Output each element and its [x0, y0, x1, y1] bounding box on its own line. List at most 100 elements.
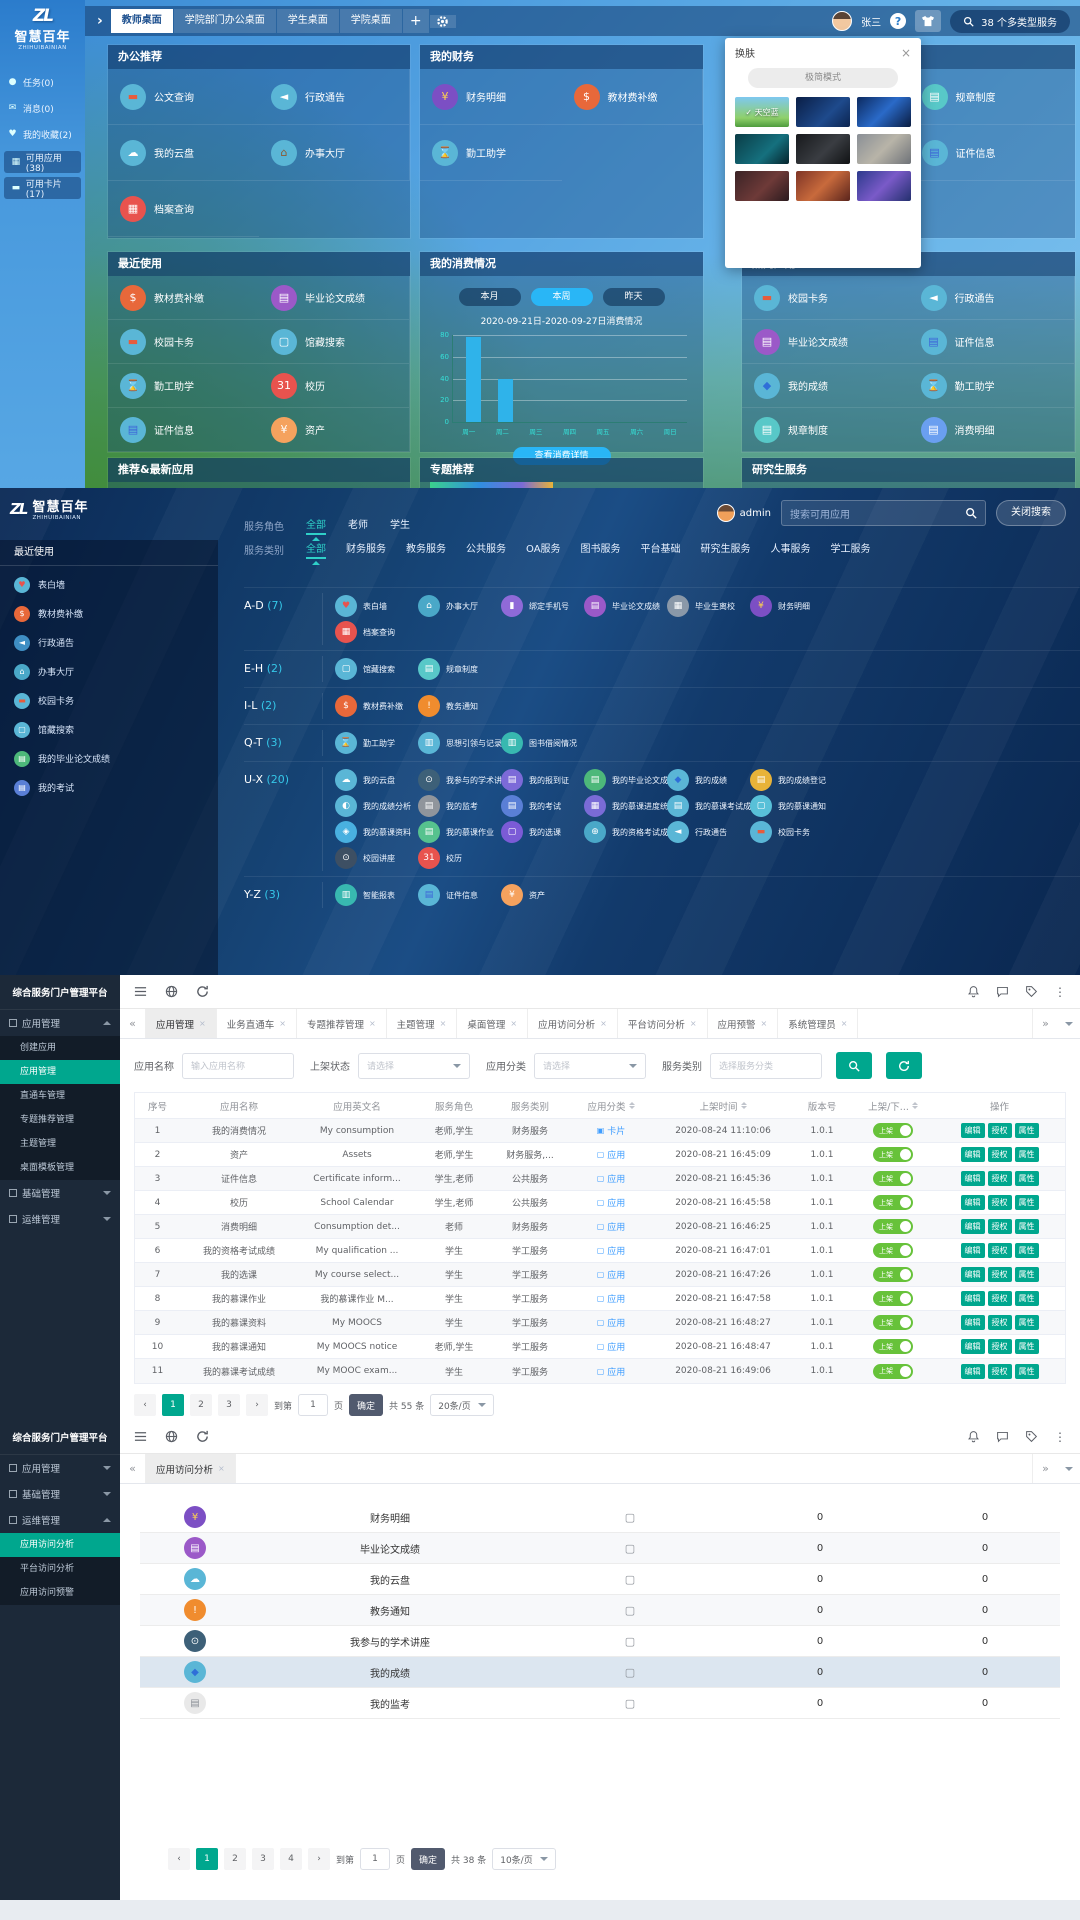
page-button[interactable]: 3	[252, 1848, 274, 1870]
access-row[interactable]: ¥ 财务明细 ▢ 0 0	[140, 1502, 1060, 1533]
directory-app[interactable]: ◈ 我的慕课资料	[335, 821, 418, 843]
edit-button[interactable]: 编辑	[961, 1171, 985, 1186]
directory-app[interactable]: ▤ 证件信息	[418, 884, 501, 906]
directory-app[interactable]: ▢ 馆藏搜索	[335, 658, 418, 680]
more-icon[interactable]: ⋮	[1054, 985, 1066, 999]
status-toggle[interactable]: 上架	[873, 1267, 913, 1282]
directory-app[interactable]: 31 校历	[418, 847, 501, 869]
attributes-button[interactable]: 属性	[1015, 1195, 1039, 1210]
recent-app-item[interactable]: ▢ 馆藏搜索	[0, 715, 218, 744]
open-tab[interactable]: 应用预警 ×	[708, 1009, 779, 1038]
directory-app[interactable]: ⊕ 我的资格考试成绩	[584, 821, 667, 843]
directory-app[interactable]: ▤ 我的成绩登记	[750, 769, 833, 791]
authorize-button[interactable]: 授权	[988, 1243, 1012, 1258]
rail-nav-item[interactable]: ● 任务(0)	[0, 69, 85, 95]
menu-ops-management[interactable]: 运维管理	[0, 1507, 120, 1533]
app-shortcut[interactable]: ▬ 校园卡务	[108, 320, 259, 364]
row-category-link[interactable]: ▢应用	[568, 1365, 654, 1378]
rail-nav-item[interactable]: ♥ 我的收藏(2)	[0, 121, 85, 147]
recent-app-item[interactable]: ♥ 表白墙	[0, 570, 218, 599]
app-shortcut[interactable]: $ 教材费补缴	[562, 69, 704, 125]
menu-collapse-icon[interactable]	[134, 985, 147, 998]
authorize-button[interactable]: 授权	[988, 1219, 1012, 1234]
rail-nav-item[interactable]: ▬ 可用卡片(17)	[4, 177, 81, 199]
app-shortcut[interactable]: ▤ 证件信息	[909, 125, 1076, 181]
attributes-button[interactable]: 属性	[1015, 1147, 1039, 1162]
chat-icon[interactable]	[996, 1430, 1009, 1443]
simple-mode-button[interactable]: 极简模式	[748, 68, 898, 88]
row-category-link[interactable]: ▢应用	[568, 1268, 654, 1281]
range-tab[interactable]: 昨天	[603, 288, 665, 306]
recent-app-item[interactable]: ▤ 我的考试	[0, 773, 218, 802]
category-option[interactable]: 人事服务	[771, 540, 811, 559]
category-option[interactable]: 图书服务	[581, 540, 621, 559]
submenu-item[interactable]: 主题管理	[0, 1132, 120, 1156]
row-category-link[interactable]: ▢应用	[568, 1316, 654, 1329]
app-shortcut[interactable]: ▤ 毕业论文成绩	[742, 320, 909, 364]
app-shortcut[interactable]: ▢ 馆藏搜索	[259, 320, 410, 364]
app-shortcut[interactable]: ▬ 校园卡务	[742, 276, 909, 320]
recent-app-item[interactable]: ▬ 校园卡务	[0, 686, 218, 715]
skin-thumbnail[interactable]	[735, 171, 789, 201]
app-shortcut[interactable]: ⌂ 办事大厅	[259, 125, 410, 181]
rail-nav-item[interactable]: ✉ 消息(0)	[0, 95, 85, 121]
submenu-item[interactable]: 创建应用	[0, 1036, 120, 1060]
category-option[interactable]: 财务服务	[346, 540, 386, 559]
authorize-button[interactable]: 授权	[988, 1147, 1012, 1162]
category-option[interactable]: 研究生服务	[701, 540, 751, 559]
range-tab[interactable]: 本月	[459, 288, 521, 306]
state-select[interactable]: 请选择	[358, 1053, 470, 1079]
skin-thumbnail[interactable]	[796, 134, 850, 164]
skin-thumbnail[interactable]	[796, 171, 850, 201]
app-shortcut[interactable]: ▤ 消费明细	[909, 408, 1076, 452]
directory-app[interactable]: ▥ 图书借阅情况	[501, 732, 584, 754]
app-shortcut[interactable]: ▤ 证件信息	[909, 320, 1076, 364]
directory-app[interactable]: ⊙ 校园讲座	[335, 847, 418, 869]
row-category-link[interactable]: ▣卡片	[568, 1124, 654, 1137]
directory-app[interactable]: ▦ 我的慕课进度统计	[584, 795, 667, 817]
edit-button[interactable]: 编辑	[961, 1123, 985, 1138]
confirm-button[interactable]: 确定	[411, 1848, 445, 1870]
row-category-link[interactable]: ▢应用	[568, 1244, 654, 1257]
row-category-link[interactable]: ▢应用	[568, 1172, 654, 1185]
directory-app[interactable]: ♥ 表白墙	[335, 595, 418, 617]
category-option[interactable]: 学工服务	[831, 540, 871, 559]
status-toggle[interactable]: 上架	[873, 1147, 913, 1162]
col-category-sortable[interactable]: 应用分类	[568, 1099, 654, 1113]
authorize-button[interactable]: 授权	[988, 1123, 1012, 1138]
access-row[interactable]: ▤ 毕业论文成绩 ▢ 0 0	[140, 1533, 1060, 1564]
app-name-input[interactable]: 输入应用名称	[182, 1053, 294, 1079]
page-button[interactable]: 2	[190, 1394, 212, 1416]
tag-icon[interactable]	[1025, 1430, 1038, 1443]
status-toggle[interactable]: 上架	[873, 1195, 913, 1210]
close-tab-icon[interactable]: ×	[440, 1019, 447, 1028]
menu-app-management[interactable]: 应用管理	[0, 1455, 120, 1481]
submenu-item[interactable]: 应用管理	[0, 1060, 120, 1084]
status-toggle[interactable]: 上架	[873, 1291, 913, 1306]
close-icon[interactable]: ×	[901, 46, 911, 60]
directory-app[interactable]: ⌂ 办事大厅	[418, 595, 501, 617]
tabs-dropdown[interactable]	[1058, 1454, 1080, 1483]
directory-app[interactable]: ▤ 毕业论文成绩	[584, 595, 667, 617]
access-row[interactable]: ▤ 我的监考 ▢ 0 0	[140, 1688, 1060, 1719]
col-status-sortable[interactable]: 上架/下...	[852, 1099, 934, 1113]
recent-app-item[interactable]: ◄ 行政通告	[0, 628, 218, 657]
app-shortcut[interactable]: ⌛ 勤工助学	[909, 364, 1076, 408]
directory-app[interactable]: ▢ 我的选课	[501, 821, 584, 843]
app-shortcut[interactable]: ☁ 我的云盘	[108, 125, 259, 181]
page-button[interactable]: 1	[196, 1848, 218, 1870]
status-toggle[interactable]: 上架	[873, 1364, 913, 1379]
help-button[interactable]: ?	[890, 13, 906, 29]
service-type-input[interactable]: 选择服务分类	[710, 1053, 822, 1079]
status-toggle[interactable]: 上架	[873, 1219, 913, 1234]
app-shortcut[interactable]: ▤ 证件信息	[108, 408, 259, 452]
goto-page-input[interactable]: 1	[298, 1394, 328, 1416]
skin-thumbnail[interactable]: ✓ 天空蓝	[735, 97, 789, 127]
open-tab[interactable]: 应用访问分析 ×	[528, 1009, 618, 1038]
edit-button[interactable]: 编辑	[961, 1195, 985, 1210]
authorize-button[interactable]: 授权	[988, 1291, 1012, 1306]
rail-nav-item[interactable]: ▦ 可用应用(38)	[4, 151, 81, 173]
attributes-button[interactable]: 属性	[1015, 1315, 1039, 1330]
directory-app[interactable]: ▤ 规章制度	[418, 658, 501, 680]
directory-app[interactable]: ▤ 我的毕业论文成绩	[584, 769, 667, 791]
